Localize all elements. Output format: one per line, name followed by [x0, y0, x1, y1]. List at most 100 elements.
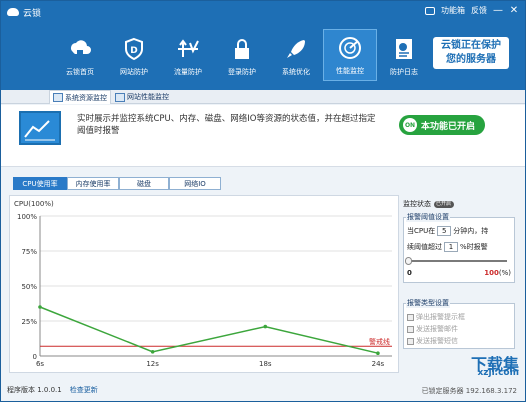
tab-cpu[interactable]: CPU使用率 [13, 177, 67, 190]
y-tick-label: 75% [21, 248, 37, 256]
rocket-icon [284, 37, 308, 61]
alert-type-group: 报警类型设置 弹出报警提示框 发送报警邮件 发送报警短信 [403, 298, 515, 349]
x-tick-label: 18s [259, 360, 272, 368]
alert-email-option[interactable]: 发送报警邮件 [407, 324, 458, 334]
watermark-line-2: xzji.com [477, 368, 519, 378]
slider-handle[interactable] [405, 257, 412, 265]
tab-memory[interactable]: 内存使用率 [67, 177, 119, 190]
nav-item-label: 防护日志 [390, 68, 418, 76]
nav-item-home[interactable]: 云锁首页 [53, 29, 107, 81]
cpu-line-chart: CPU(100%)100%75%50%25%06s 12s 18s 24s警戒线 [14, 200, 392, 368]
cloud-lock-icon [68, 37, 92, 61]
traffic-icon [176, 37, 200, 61]
radar-icon [338, 36, 362, 60]
threshold-group-title: 报警阈值设置 [406, 212, 450, 222]
nav-item-label: 云锁首页 [66, 68, 94, 76]
minimize-button[interactable]: — [493, 5, 503, 16]
status-bar: 程序版本 1.0.0.1 检查更新 已锁定服务器 192.168.3.172 [1, 379, 525, 401]
nav-item-traffic[interactable]: 流量防护 [161, 29, 215, 81]
cpu-data-point [376, 351, 380, 355]
x-tick-label: 6s [36, 360, 44, 368]
monitor-icon [115, 92, 125, 102]
chart-title: CPU(100%) [14, 200, 54, 208]
slider-max-wrap: 100(%) [484, 269, 511, 277]
nav-item-optimize[interactable]: 系统优化 [269, 29, 323, 81]
shield-d-icon: D [122, 37, 146, 61]
threshold-row-2: 续阈值超过 1 %时报警 [407, 242, 488, 252]
app-window: 云锁 功能箱 反馈 — ✕ 云锁首页 D 网站防护 流量防护 登录防护 系统优化… [0, 0, 526, 402]
monitor-toggle[interactable]: 已开启 [434, 200, 454, 208]
main-nav: 云锁首页 D 网站防护 流量防护 登录防护 系统优化 性能监控 防护日志 [53, 29, 431, 81]
nav-item-log[interactable]: 防护日志 [377, 29, 431, 81]
y-tick-label: 100% [17, 213, 37, 221]
threshold-group: 报警阈值设置 当CPU在 5 分钟内，持 续阈值超过 1 %时报警 0 100(… [403, 212, 515, 283]
metric-tabs: CPU使用率 内存使用率 磁盘 网络IO [13, 177, 221, 190]
feature-toggle-button[interactable]: ON 本功能已开启 [399, 115, 485, 135]
slider-unit: (%) [498, 269, 511, 277]
cpu-data-point [38, 305, 42, 309]
y-tick-label: 50% [21, 283, 37, 291]
monitor-status: 监控状态 已开启 [403, 199, 454, 209]
percent-input[interactable]: 1 [444, 242, 458, 252]
alert-popup-option[interactable]: 弹出报警提示框 [407, 312, 465, 322]
checkbox[interactable] [407, 313, 414, 321]
server-ip-text: 已锁定服务器 192.168.3.172 [421, 387, 517, 395]
threshold-row-1: 当CPU在 5 分钟内，持 [407, 226, 488, 236]
title-controls: 功能箱 反馈 — ✕ [425, 5, 519, 16]
nav-item-label: 流量防护 [174, 68, 202, 76]
checkbox[interactable] [407, 337, 414, 345]
nav-item-label: 系统优化 [282, 68, 310, 76]
slider-min: 0 [407, 269, 412, 277]
nav-item-label: 网站防护 [120, 68, 148, 76]
threshold-slider[interactable] [405, 257, 507, 265]
padlock-icon [230, 37, 254, 61]
x-tick-label: 12s [146, 360, 159, 368]
nav-item-website[interactable]: D 网站防护 [107, 29, 161, 81]
nav-item-label: 登录防护 [228, 68, 256, 76]
tab-network[interactable]: 网络IO [169, 177, 221, 190]
switch-knob: ON [403, 118, 417, 132]
cpu-data-point [150, 350, 155, 354]
app-title: 云锁 [23, 8, 42, 19]
checkbox[interactable] [407, 325, 414, 333]
feedback-button[interactable]: 反馈 [471, 5, 487, 16]
monitor-icon [53, 93, 63, 102]
toolbox-button[interactable]: 功能箱 [441, 5, 465, 16]
slider-max: 100 [484, 269, 499, 277]
title-bar: 云锁 功能箱 反馈 — ✕ [1, 1, 525, 23]
row1-prefix: 当CPU在 [407, 227, 436, 235]
tab-website-performance[interactable]: 网站性能监控 [115, 90, 169, 104]
version-text: 程序版本 1.0.0.1 [7, 386, 62, 394]
close-button[interactable]: ✕ [509, 5, 519, 16]
toolbox-icon[interactable] [425, 6, 435, 15]
intro-panel: 实时展示并监控系统CPU、内存、磁盘、网络IO等资源的状态值，并在超过指定阈值时… [1, 105, 525, 167]
side-panel: 监控状态 已开启 报警阈值设置 当CPU在 5 分钟内，持 续阈值超过 1 %时… [399, 195, 519, 373]
alert-label: 发送报警邮件 [416, 325, 458, 333]
intro-description: 实时展示并监控系统CPU、内存、磁盘、网络IO等资源的状态值，并在超过指定阈值时… [77, 114, 376, 136]
toggle-label: 已开启 [436, 200, 452, 207]
alert-label: 弹出报警提示框 [416, 313, 465, 321]
y-tick-label: 25% [21, 318, 37, 326]
cpu-chart-panel: CPU(100%) 100% 75% 50% 25% 0 6s 12s 18s 24s 警戒线 [9, 195, 399, 373]
nav-item-label: 性能监控 [336, 67, 364, 75]
tab-disk[interactable]: 磁盘 [119, 177, 169, 190]
protect-line-1: 云锁正在保护 [441, 40, 501, 51]
cpu-data-point [263, 324, 268, 329]
nav-item-login[interactable]: 登录防护 [215, 29, 269, 81]
watermark: 下载集 xzji.com [429, 351, 519, 379]
protect-status-badge: 云锁正在保护 您的服务器 [433, 37, 509, 69]
x-tick-label: 24s [372, 360, 385, 368]
tab-system-resource[interactable]: 系统资源监控 [49, 90, 111, 104]
row2-prefix: 续阈值超过 [407, 243, 442, 251]
nav-item-monitor[interactable]: 性能监控 [323, 29, 377, 81]
row2-suffix: %时报警 [460, 243, 488, 251]
alert-sms-option[interactable]: 发送报警短信 [407, 336, 458, 346]
tab-label: 网站性能监控 [127, 93, 169, 101]
trend-chart-icon [19, 111, 61, 145]
top-banner: 云锁 功能箱 反馈 — ✕ 云锁首页 D 网站防护 流量防护 登录防护 系统优化… [1, 1, 525, 90]
protect-line-2: 您的服务器 [446, 54, 496, 65]
minutes-input[interactable]: 5 [437, 226, 452, 236]
check-update-link[interactable]: 检查更新 [70, 385, 98, 395]
monitor-status-label: 监控状态 [403, 200, 431, 208]
alert-group-title: 报警类型设置 [406, 298, 450, 308]
